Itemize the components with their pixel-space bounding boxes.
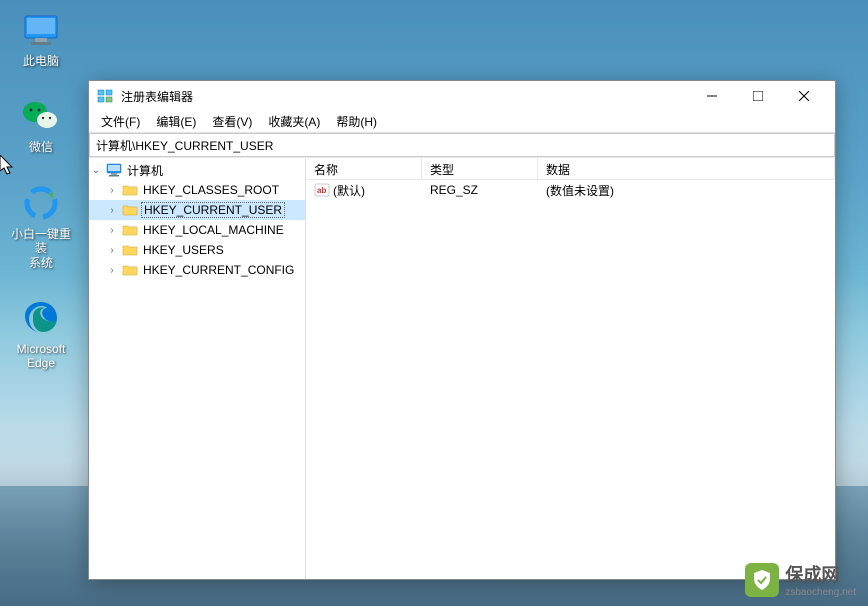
tree-label: HKEY_CURRENT_USER	[141, 202, 285, 218]
reinstall-icon	[21, 183, 61, 223]
string-value-icon: ab	[314, 183, 330, 197]
tree-label: HKEY_USERS	[141, 243, 226, 257]
wechat-icon	[21, 96, 61, 136]
expand-icon[interactable]: ›	[105, 225, 119, 236]
close-button[interactable]	[781, 81, 827, 111]
folder-icon	[122, 243, 138, 257]
desktop-icon-xiaobaiyijian[interactable]: 小白一键重装 系统	[6, 183, 76, 270]
tree-node-hkcr[interactable]: › HKEY_CLASSES_ROOT	[89, 180, 305, 200]
tree-label: HKEY_LOCAL_MACHINE	[141, 223, 286, 237]
desktop-icon-wechat[interactable]: 微信	[6, 96, 76, 154]
expand-icon[interactable]: ›	[105, 185, 119, 196]
desktop-icon-label: 小白一键重装 系统	[6, 227, 76, 270]
cursor-icon	[0, 155, 16, 177]
titlebar[interactable]: 注册表编辑器	[89, 81, 835, 111]
desktop-icons: 此电脑 微信 小白一键重装 系统 Microsoft Edge	[6, 10, 76, 371]
menu-file[interactable]: 文件(F)	[93, 111, 148, 132]
menu-help[interactable]: 帮助(H)	[328, 111, 385, 132]
tree-label: HKEY_CURRENT_CONFIG	[141, 263, 296, 277]
svg-text:ab: ab	[317, 186, 326, 195]
watermark-badge-icon	[745, 563, 779, 597]
regedit-icon	[97, 88, 113, 104]
folder-icon	[122, 223, 138, 237]
tree-panel: ⌄ 计算机 › HKEY_CLASSES_ROOT › HKEY_CURRENT…	[89, 158, 306, 579]
header-data[interactable]: 数据	[538, 158, 835, 179]
list-header: 名称 类型 数据	[306, 158, 835, 180]
watermark-main: 保成网	[785, 561, 856, 587]
desktop-icon-label: 此电脑	[23, 54, 59, 68]
menu-favorites[interactable]: 收藏夹(A)	[260, 111, 328, 132]
content-area: ⌄ 计算机 › HKEY_CLASSES_ROOT › HKEY_CURRENT…	[89, 157, 835, 579]
list-row[interactable]: ab (默认) REG_SZ (数值未设置)	[306, 180, 835, 200]
monitor-icon	[21, 10, 61, 50]
header-type[interactable]: 类型	[422, 158, 538, 179]
tree-node-computer[interactable]: ⌄ 计算机	[89, 160, 305, 180]
desktop-icon-this-pc[interactable]: 此电脑	[6, 10, 76, 68]
watermark: 保成网 zsbaocheng.net	[745, 561, 856, 598]
address-bar[interactable]: 计算机\HKEY_CURRENT_USER	[89, 133, 835, 157]
menu-edit[interactable]: 编辑(E)	[148, 111, 204, 132]
regedit-window: 注册表编辑器 文件(F) 编辑(E) 查看(V) 收藏夹(A) 帮助(H) 计算…	[88, 80, 836, 580]
address-text: 计算机\HKEY_CURRENT_USER	[96, 137, 273, 154]
window-title: 注册表编辑器	[121, 88, 689, 105]
expand-icon[interactable]: ›	[105, 205, 119, 216]
folder-icon	[122, 183, 138, 197]
menubar: 文件(F) 编辑(E) 查看(V) 收藏夹(A) 帮助(H)	[89, 111, 835, 133]
maximize-button[interactable]	[735, 81, 781, 111]
header-name[interactable]: 名称	[306, 158, 422, 179]
tree-label: HKEY_CLASSES_ROOT	[141, 183, 281, 197]
tree-node-hkcu[interactable]: › HKEY_CURRENT_USER	[89, 200, 305, 220]
folder-icon	[122, 263, 138, 277]
desktop-icon-edge[interactable]: Microsoft Edge	[6, 298, 76, 371]
expand-icon[interactable]: ›	[105, 265, 119, 276]
minimize-button[interactable]	[689, 81, 735, 111]
value-data: (数值未设置)	[538, 180, 835, 201]
tree-node-hklm[interactable]: › HKEY_LOCAL_MACHINE	[89, 220, 305, 240]
folder-icon	[122, 203, 138, 217]
list-panel: 名称 类型 数据 ab (默认) REG_SZ (数值未设置)	[306, 158, 835, 579]
tree-label: 计算机	[125, 162, 165, 179]
collapse-icon[interactable]: ⌄	[89, 165, 103, 176]
desktop-icon-label: Microsoft Edge	[17, 342, 66, 371]
menu-view[interactable]: 查看(V)	[204, 111, 260, 132]
edge-icon	[21, 298, 61, 338]
tree-node-hkcc[interactable]: › HKEY_CURRENT_CONFIG	[89, 260, 305, 280]
tree-node-hku[interactable]: › HKEY_USERS	[89, 240, 305, 260]
computer-icon	[106, 163, 122, 177]
expand-icon[interactable]: ›	[105, 245, 119, 256]
watermark-sub: zsbaocheng.net	[785, 587, 856, 598]
value-name: (默认)	[333, 182, 365, 199]
value-type: REG_SZ	[422, 181, 538, 199]
desktop-icon-label: 微信	[29, 140, 53, 154]
